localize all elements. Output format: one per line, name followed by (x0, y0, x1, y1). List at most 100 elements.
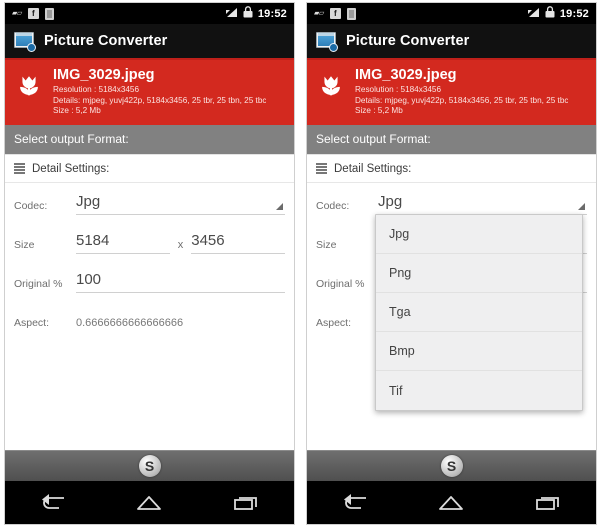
codec-spinner[interactable]: Jpg (76, 193, 285, 215)
circular-swirl-icon[interactable]: S (138, 455, 161, 477)
lock-icon (243, 5, 253, 23)
file-meta: IMG_3029.jpeg Resolution : 5184x3456 Det… (355, 67, 568, 117)
dropdown-option-png[interactable]: Png (376, 254, 582, 293)
back-arrow-icon (344, 493, 367, 509)
spinner-triangle-icon (276, 202, 283, 210)
status-bar-clock: 19:52 (559, 7, 589, 20)
detail-settings-row[interactable]: Detail Settings: (5, 155, 294, 183)
page-title: Picture Converter (44, 33, 168, 49)
signal-bars-icon (225, 5, 238, 23)
anchor-bar: S (5, 450, 294, 481)
status-bar-right-icons-right: 19:52 (527, 5, 589, 23)
status-bar-right: ▰▱ f 19:52 (307, 3, 596, 24)
aspect-row: Aspect: 0.6666666666666666 (14, 310, 285, 332)
status-bar: ▰▱ f 19:52 (5, 3, 294, 24)
codec-spinner[interactable]: Jpg (378, 193, 587, 215)
original-percent-label: Original % (14, 277, 63, 290)
status-bar-clock: 19:52 (257, 7, 287, 20)
aspect-value-field: 0.6666666666666666 (76, 314, 285, 332)
file-resolution: Resolution : 5184x3456 (355, 85, 442, 94)
bottom-bars-left: S (5, 450, 294, 524)
dropdown-option-jpg[interactable]: Jpg (376, 215, 582, 254)
phone-screen-left: ▰▱ f 19:52 Picture Converter IMG_3029.jp… (4, 2, 295, 525)
facebook-icon: f (329, 8, 341, 19)
size-separator: x (177, 238, 184, 251)
file-name: IMG_3029.jpeg (355, 67, 457, 83)
codec-row: Codec: Jpg (14, 193, 285, 215)
file-meta: IMG_3029.jpeg Resolution : 5184x3456 Det… (53, 67, 266, 117)
size-width-input[interactable]: 5184 (76, 232, 170, 254)
codec-row: Codec: Jpg (316, 193, 587, 215)
codec-label: Codec: (14, 199, 48, 212)
file-size: Size : 5,2 Mb (355, 106, 403, 115)
tulip-flower-icon (20, 76, 38, 96)
detail-settings-label: Detail Settings: (334, 162, 412, 175)
original-percent-value: 100 (76, 270, 102, 288)
file-name: IMG_3029.jpeg (53, 67, 155, 83)
phone-screenshot-right: ▰▱ f 19:52 Picture Converter IMG_3029.jp… (302, 0, 597, 529)
detail-settings-row[interactable]: Detail Settings: (307, 155, 596, 183)
bottom-bars-right: S (307, 450, 596, 524)
file-size: Size : 5,2 Mb (53, 106, 101, 115)
file-banner[interactable]: IMG_3029.jpeg Resolution : 5184x3456 Det… (5, 60, 294, 125)
navigation-bar (5, 481, 294, 524)
back-button[interactable] (25, 481, 81, 524)
detail-settings-label: Detail Settings: (32, 162, 110, 175)
tulip-flower-icon (322, 76, 340, 96)
codec-dropdown-menu[interactable]: Jpg Png Tga Bmp Tif (375, 214, 583, 411)
status-bar-left-icons: ▰▱ f (12, 7, 54, 20)
aspect-value: 0.6666666666666666 (76, 316, 184, 329)
original-percent-input[interactable]: 100 (76, 271, 285, 293)
dropdown-option-tif[interactable]: Tif (376, 371, 582, 410)
original-percent-label: Original % (316, 277, 365, 290)
home-icon (137, 495, 162, 510)
screenshot-stage: ▰▱ f 19:52 Picture Converter IMG_3029.jp… (0, 0, 600, 529)
sd-card-icon: ▰▱ (12, 10, 22, 17)
status-bar-left-icons-right: ▰▱ f (314, 7, 356, 20)
codec-value: Jpg (76, 192, 101, 210)
recents-button[interactable] (218, 481, 274, 524)
codec-value: Jpg (378, 192, 403, 210)
dropdown-option-bmp[interactable]: Bmp (376, 332, 582, 371)
home-icon (439, 495, 464, 510)
action-bar: Picture Converter (5, 24, 294, 60)
picture-converter-app-icon (14, 31, 36, 52)
anchor-glyph: S (144, 458, 155, 474)
file-details: Details: mjpeg, yuvj422p, 5184x3456, 25 … (53, 95, 267, 105)
status-bar-right-icons: 19:52 (225, 5, 287, 23)
list-lines-icon (14, 163, 25, 174)
navigation-bar (307, 481, 596, 524)
home-button[interactable] (423, 481, 479, 524)
file-banner[interactable]: IMG_3029.jpeg Resolution : 5184x3456 Det… (307, 60, 596, 125)
aspect-label: Aspect: (316, 316, 352, 329)
codec-label: Codec: (316, 199, 350, 212)
recents-icon (233, 496, 257, 510)
home-button[interactable] (121, 481, 177, 524)
action-bar-right: Picture Converter (307, 24, 596, 60)
settings-form: Codec: Jpg Size 5184 x 3456 (5, 183, 294, 332)
size-label: Size (14, 238, 35, 251)
aspect-label: Aspect: (14, 316, 50, 329)
recents-icon (535, 496, 559, 510)
back-button[interactable] (327, 481, 383, 524)
dropdown-option-tga[interactable]: Tga (376, 293, 582, 332)
file-resolution: Resolution : 5184x3456 (53, 85, 140, 94)
phone-screenshot-left: ▰▱ f 19:52 Picture Converter IMG_3029.jp… (0, 0, 295, 529)
size-height-input[interactable]: 3456 (191, 232, 285, 254)
list-lines-icon (316, 163, 327, 174)
anchor-bar: S (307, 450, 596, 481)
original-percent-row: Original % 100 (14, 271, 285, 293)
spinner-triangle-icon (578, 202, 585, 210)
recents-button[interactable] (520, 481, 576, 524)
lock-icon (545, 5, 555, 23)
signal-bars-icon (527, 5, 540, 23)
phone-screen-right: ▰▱ f 19:52 Picture Converter IMG_3029.jp… (306, 2, 597, 525)
file-details: Details: mjpeg, yuvj422p, 5184x3456, 25 … (355, 95, 569, 105)
size-row: Size 5184 x 3456 (14, 232, 285, 254)
select-output-format-bar[interactable]: Select output Format: (5, 124, 294, 155)
size-label: Size (316, 238, 337, 251)
circular-swirl-icon[interactable]: S (440, 455, 463, 477)
picture-converter-app-icon (316, 31, 338, 52)
select-output-format-bar[interactable]: Select output Format: (307, 124, 596, 155)
page-title: Picture Converter (346, 33, 470, 49)
